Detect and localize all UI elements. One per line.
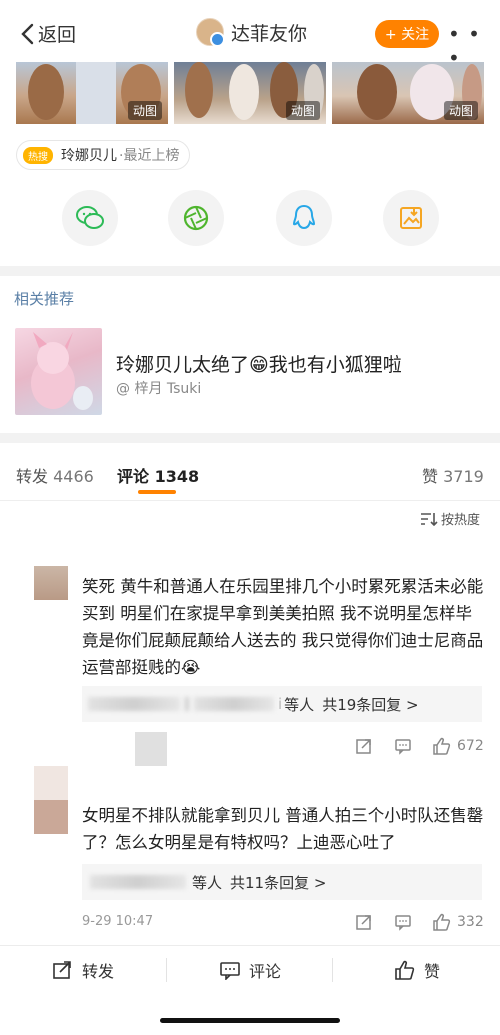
section-divider [0,266,500,276]
tab-repost-label: 转发 [16,467,49,486]
bottom-separator [166,958,167,982]
hot-search-tag[interactable]: 热搜 玲娜贝儿 ·最近上榜 [16,140,191,170]
save-image-icon [400,207,422,229]
gif-badge: 动图 [127,101,162,120]
blurred-username [90,875,186,889]
section-divider [0,433,500,443]
blurred-username [88,697,180,711]
repost-icon[interactable] [353,736,375,756]
follow-button[interactable]: + 关注 [375,20,439,48]
comment-icon [220,962,240,980]
nav-title[interactable]: 达菲友你 [196,18,308,47]
comment-like-count: 672 [457,738,484,754]
sort-label: 按热度 [441,513,481,528]
reply-name-tail: i [278,695,283,713]
like-icon[interactable] [431,912,453,932]
bottom-repost-label: 转发 [82,962,115,981]
media-image-3[interactable]: 动图 [332,62,484,124]
tab-comments-count: 1348 [154,467,200,486]
plush-illustration [31,332,93,410]
back-button[interactable]: 返回 [20,20,76,47]
gif-badge: 动图 [443,101,478,120]
bottom-like-label: 赞 [424,962,441,981]
comment-text: 笑死 黄牛和普通人在乐园里排几个小时累死累活未必能买到 明星们在家提早拿到美美拍… [82,577,484,677]
tab-comments-label: 评论 [117,467,150,486]
related-title[interactable]: 玲娜贝儿太绝了😁我也有小狐狸啦 [116,350,402,377]
tab-likes-label: 赞 [422,467,439,486]
related-author[interactable]: @ 梓月 Tsuki [116,378,201,398]
tab-likes[interactable]: 赞 3719 [422,463,484,487]
bottom-separator [332,958,333,982]
gif-badge: 动图 [285,101,320,120]
bottom-comment-label: 评论 [249,962,282,981]
comment-like-count: 332 [457,914,484,930]
sort-icon [421,512,438,526]
comment-replies-link[interactable]: i 等人 共19条回复 > [82,686,482,722]
comment-actions: 332 [353,912,484,932]
avatar-redaction [34,800,68,834]
reply-icon[interactable] [392,736,414,756]
related-label: 相关推荐 [14,290,75,308]
save-image-button[interactable] [383,190,439,246]
reply-count: 共11条回复 > [230,873,327,892]
author-avatar [196,18,225,47]
bottom-repost-button[interactable]: 转发 [52,958,114,982]
bottom-like-button[interactable]: 赞 [394,958,440,982]
repost-icon [53,961,71,979]
reply-count: 共19条回复 > [322,695,419,714]
comment-text: 女明星不排队就能拿到贝儿 普通人拍三个小时队还售罄了？怎么女明星是有特权吗？上迪… [82,806,484,852]
share-qq-button[interactable] [276,190,332,246]
tab-repost-count: 4466 [53,467,94,486]
like-icon [395,960,415,980]
bottom-comment-button[interactable]: 评论 [219,958,281,982]
tab-divider [0,500,500,501]
like-icon[interactable] [431,736,453,756]
home-indicator [160,1018,340,1023]
tab-repost[interactable]: 转发 4466 [16,463,94,487]
active-tab-indicator [138,490,176,494]
comment-replies-link[interactable]: 等人 共11条回复 > [82,864,482,900]
sort-button[interactable]: 按热度 [420,509,480,528]
tab-comments[interactable]: 评论 1348 [117,463,199,487]
commenter-avatar[interactable] [34,766,68,800]
blurred-username [184,697,190,711]
tab-likes-count: 3719 [443,467,484,486]
hot-tag-sub: ·最近上榜 [119,148,180,164]
wechat-icon [76,206,104,229]
share-wechat-button[interactable] [62,190,118,246]
blurred-username [194,697,274,711]
comment-actions: 672 [353,736,484,756]
repost-icon[interactable] [353,912,375,932]
share-moments-button[interactable] [168,190,224,246]
comment-timestamp: 9-29 10:47 [82,914,154,929]
reply-icon[interactable] [392,912,414,932]
reply-suffix: 等人 [192,873,223,892]
related-thumbnail[interactable] [15,328,102,415]
chevron-left-icon [21,23,34,44]
moments-icon [183,205,209,231]
hot-tag-text: 玲娜贝儿 [61,148,117,164]
nav-title-text: 达菲友你 [231,22,308,45]
reply-suffix: 等人 [284,695,315,714]
back-label: 返回 [38,24,77,46]
qq-icon [292,204,316,230]
commenter-avatar[interactable] [34,566,68,600]
redacted-block [135,732,167,766]
media-image-2[interactable]: 动图 [174,62,326,124]
media-image-1[interactable]: 动图 [16,62,168,124]
hot-search-badge: 热搜 [23,146,53,164]
